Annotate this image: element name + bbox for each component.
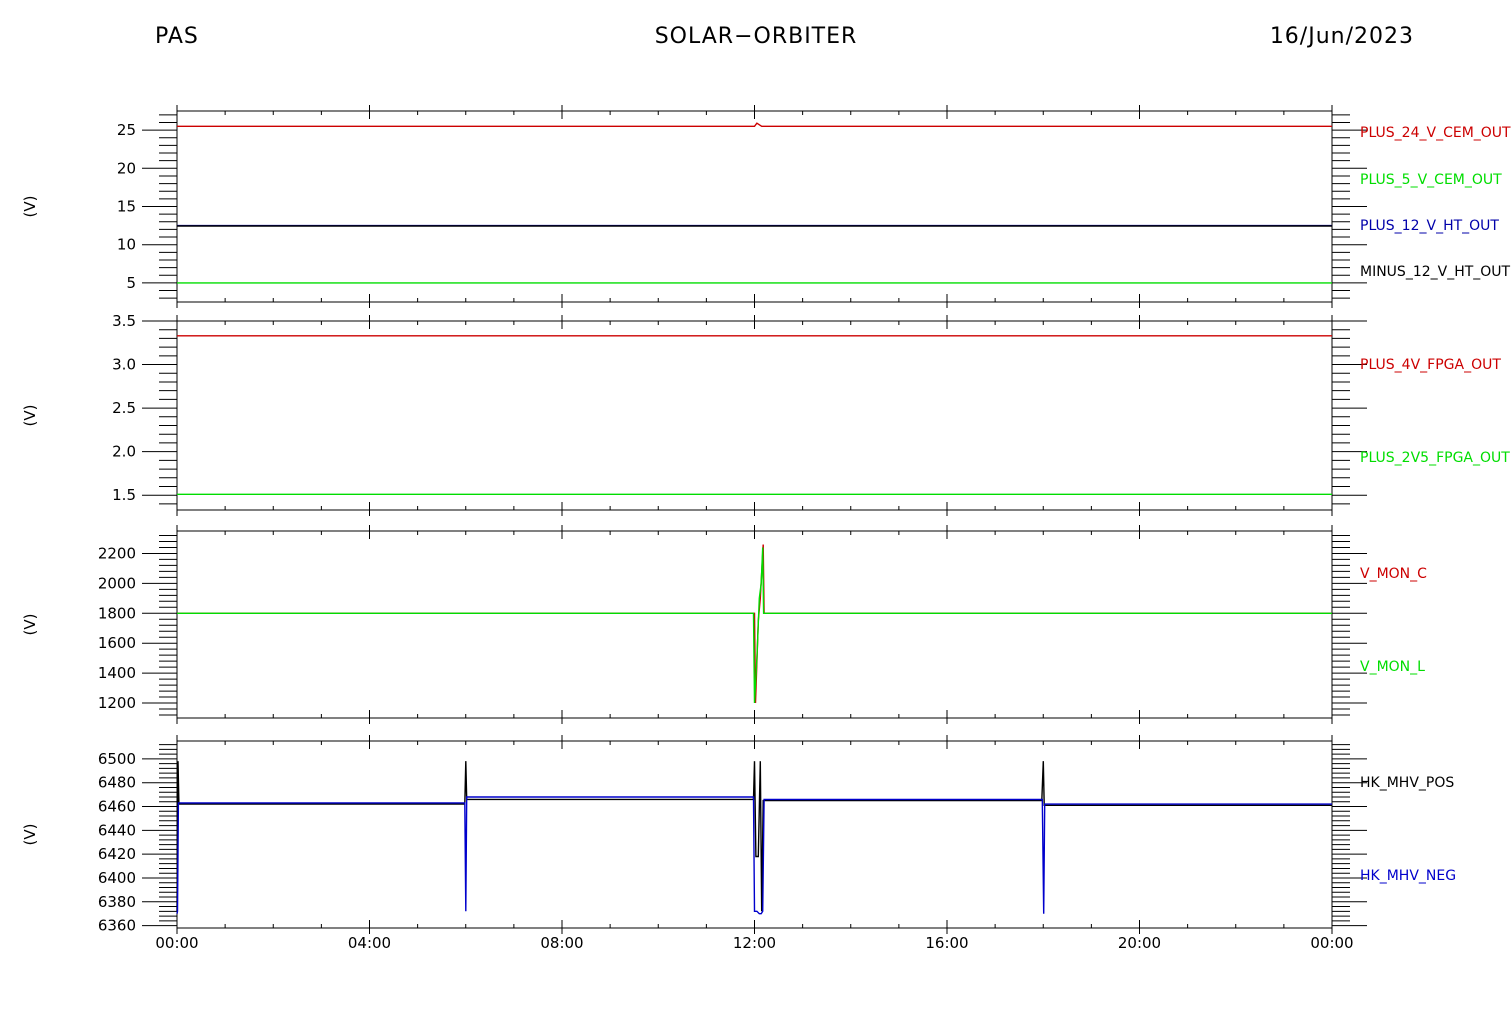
x-tick-label: 08:00 (540, 934, 583, 952)
legend-hk-mhv-neg: HK_MHV_NEG (1360, 868, 1456, 884)
y-tick-label: 3.5 (112, 312, 136, 330)
y-tick-label: 6500 (98, 750, 136, 768)
y-axis-label: (V) (21, 614, 39, 636)
y-tick-label: 2000 (98, 574, 136, 592)
y-tick-label: 6400 (98, 869, 136, 887)
series-line-plus-24-v-cem-out (177, 122, 1332, 128)
legend-v-mon-l: V_MON_L (1360, 659, 1425, 675)
y-tick-label: 3.0 (112, 356, 136, 374)
legend-minus-12-v-ht-out: MINUS_12_V_HT_OUT (1360, 264, 1511, 280)
housekeeping-voltage-chart: 5 10 15 20 25 (V) PLUS_24_V_CEM_OUT PLUS_5_V_CE… (21, 105, 1511, 952)
y-tick-label: 1200 (98, 694, 136, 712)
y-tick-label: 1800 (98, 604, 136, 622)
x-tick-label: 04:00 (348, 934, 391, 952)
legend-plus-24-v-cem-out: PLUS_24_V_CEM_OUT (1360, 125, 1511, 141)
x-tick-label: 16:00 (925, 934, 968, 952)
y-tick-label: 6380 (98, 893, 136, 911)
y-axis-label: (V) (21, 196, 39, 218)
y-tick-label: 15 (117, 198, 136, 216)
y-tick-label: 6420 (98, 845, 136, 863)
panel-2-frame (176, 320, 1333, 511)
y-tick-label: 2.5 (112, 399, 136, 417)
panel-1-frame (176, 110, 1333, 303)
y-tick-label: 20 (117, 159, 136, 177)
legend-plus-5-v-cem-out: PLUS_5_V_CEM_OUT (1360, 172, 1502, 188)
y-axis-label: (V) (21, 824, 39, 846)
y-tick-label: 1.5 (112, 486, 136, 504)
y-tick-label: 1400 (98, 664, 136, 682)
legend-plus-4v-fpga-out: PLUS_4V_FPGA_OUT (1360, 357, 1501, 373)
y-tick-label: 6360 (98, 917, 136, 935)
y-tick-label: 6440 (98, 821, 136, 839)
legend-v-mon-c: V_MON_C (1360, 566, 1427, 582)
y-tick-label: 6460 (98, 798, 136, 816)
y-tick-label: 6480 (98, 774, 136, 792)
x-tick-label: 12:00 (733, 934, 776, 952)
y-tick-label: 2.0 (112, 443, 136, 461)
x-tick-label: 20:00 (1118, 934, 1161, 952)
y-tick-label: 5 (126, 274, 136, 292)
series-line-hk-mhv-neg (176, 796, 1332, 915)
y-tick-label: 25 (117, 121, 136, 139)
legend-plus-2v5-fpga-out: PLUS_2V5_FPGA_OUT (1360, 450, 1510, 466)
legend-hk-mhv-pos: HK_MHV_POS (1360, 775, 1454, 791)
y-tick-label: 2200 (98, 544, 136, 562)
y-axis-label: (V) (21, 405, 39, 427)
x-tick-label: 00:00 (155, 934, 198, 952)
legend-plus-12-v-ht-out: PLUS_12_V_HT_OUT (1360, 218, 1499, 234)
y-tick-label: 10 (117, 236, 136, 254)
x-tick-label: 00:00 (1310, 934, 1353, 952)
y-tick-label: 1600 (98, 634, 136, 652)
